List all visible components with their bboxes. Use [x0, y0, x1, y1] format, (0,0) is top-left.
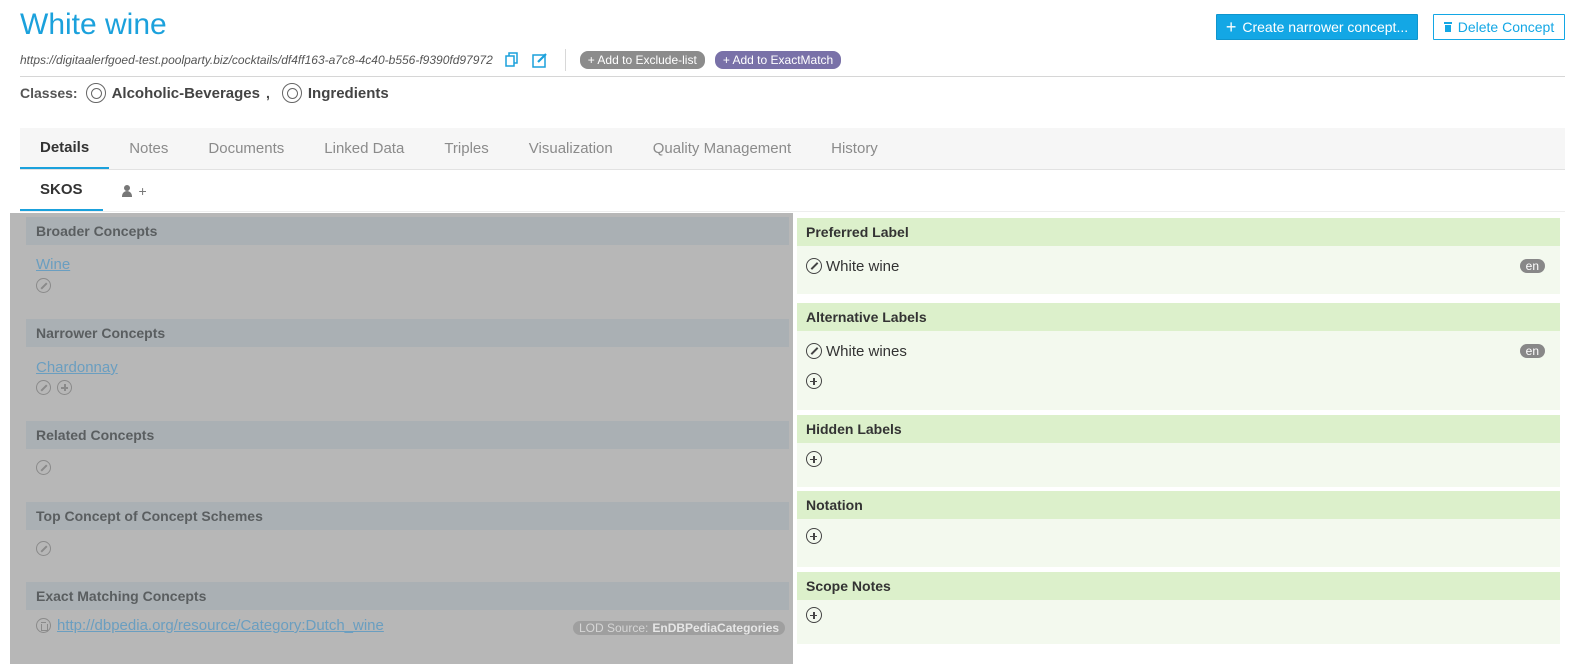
tab-triples[interactable]: Triples: [424, 128, 508, 169]
edit-icon[interactable]: [36, 380, 51, 395]
edit-icon[interactable]: [806, 343, 822, 359]
hidden-label-add-row: [797, 444, 1560, 474]
lod-source-label: LOD Source:: [579, 621, 649, 635]
language-badge: en: [1519, 259, 1545, 273]
relations-panel: Broader Concepts Wine Narrower Concepts …: [10, 213, 793, 664]
alternative-label-value: White wines: [826, 342, 907, 360]
classes-label: Classes:: [20, 85, 78, 101]
user-icon: [121, 184, 133, 197]
edit-uri-icon[interactable]: [531, 51, 549, 69]
narrower-concept-link[interactable]: Chardonnay: [36, 359, 118, 376]
edit-icon[interactable]: [36, 541, 51, 556]
alternative-label-row: White wines en: [797, 336, 1560, 366]
divider: [564, 49, 566, 71]
narrower-concepts-header: Narrower Concepts: [26, 319, 789, 347]
add-icon[interactable]: [806, 373, 822, 389]
notation-section: Notation: [797, 491, 1560, 567]
related-actions: [36, 460, 51, 475]
lod-source-badge: LOD Source: EnDBPediaCategories: [573, 621, 786, 635]
lod-source-value: EnDBPediaCategories: [652, 621, 780, 635]
top-concept-header: Top Concept of Concept Schemes: [26, 502, 789, 530]
subtab-add-label: +: [138, 182, 147, 199]
delete-concept-label: Delete Concept: [1457, 19, 1555, 35]
create-narrower-concept-label: Create narrower concept...: [1242, 19, 1409, 35]
class-ingredients[interactable]: Ingredients: [281, 83, 389, 103]
class-label: Alcoholic-Beverages: [111, 84, 260, 102]
notation-add-row: [797, 519, 1560, 549]
add-icon[interactable]: [806, 451, 822, 467]
sub-tabs: SKOS +: [20, 170, 1565, 212]
scope-notes-section: Scope Notes: [797, 572, 1560, 644]
top-concept-actions: [36, 541, 51, 556]
edit-icon[interactable]: [36, 278, 51, 293]
uri-row: https://digitaalerfgoed-test.poolparty.b…: [20, 49, 851, 71]
class-separator: ,: [265, 85, 270, 101]
exact-match-link[interactable]: http://dbpedia.org/resource/Category:Dut…: [57, 617, 384, 634]
page-title: White wine: [20, 8, 167, 41]
edit-icon[interactable]: [36, 460, 51, 475]
scope-notes-header: Scope Notes: [797, 572, 1560, 600]
tab-quality-management[interactable]: Quality Management: [633, 128, 811, 169]
class-label: Ingredients: [307, 84, 389, 102]
tab-details[interactable]: Details: [20, 128, 110, 169]
language-badge: en: [1519, 344, 1545, 358]
add-to-exclude-list-button[interactable]: + Add to Exclude-list: [579, 51, 705, 69]
class-icon: [281, 83, 302, 103]
add-icon[interactable]: [806, 607, 822, 623]
tab-documents[interactable]: Documents: [188, 128, 304, 169]
preferred-label-section: Preferred Label White wine en: [797, 218, 1560, 294]
narrower-actions: [36, 380, 72, 395]
class-icon: [85, 83, 106, 103]
copy-icon[interactable]: [503, 51, 521, 69]
create-narrower-concept-button[interactable]: + Create narrower concept...: [1216, 14, 1418, 40]
add-icon[interactable]: [806, 528, 822, 544]
broader-concepts-header: Broader Concepts: [26, 217, 789, 245]
alternative-label-add-row: [797, 366, 1560, 396]
tab-history[interactable]: History: [811, 128, 898, 169]
plus-icon: +: [1225, 17, 1237, 37]
tab-linked-data[interactable]: Linked Data: [304, 128, 424, 169]
exact-match-actions: [36, 618, 51, 633]
preferred-label-row: White wine en: [797, 251, 1560, 281]
trash-icon[interactable]: [36, 618, 51, 633]
class-alcoholic-beverages[interactable]: Alcoholic-Beverages: [85, 83, 260, 103]
classes-row: Classes: Alcoholic-Beverages , Ingredien…: [20, 82, 389, 104]
exact-matching-header: Exact Matching Concepts: [26, 582, 789, 610]
tab-visualization[interactable]: Visualization: [509, 128, 633, 169]
add-to-exactmatch-button[interactable]: + Add to ExactMatch: [714, 51, 842, 69]
edit-icon[interactable]: [806, 258, 822, 274]
hidden-labels-section: Hidden Labels: [797, 415, 1560, 487]
alternative-labels-header: Alternative Labels: [797, 303, 1560, 331]
broader-actions: [36, 278, 51, 293]
notation-header: Notation: [797, 491, 1560, 519]
broader-concept-link[interactable]: Wine: [36, 256, 70, 273]
header-divider: [20, 76, 1565, 77]
hidden-labels-header: Hidden Labels: [797, 415, 1560, 443]
scope-note-add-row: [797, 600, 1560, 630]
delete-concept-button[interactable]: Delete Concept: [1433, 14, 1565, 40]
subtab-add-user-scheme[interactable]: +: [103, 170, 165, 211]
concept-uri: https://digitaalerfgoed-test.poolparty.b…: [20, 53, 493, 67]
preferred-label-header: Preferred Label: [797, 218, 1560, 246]
alternative-labels-section: Alternative Labels White wines en: [797, 303, 1560, 410]
main-tabs: Details Notes Documents Linked Data Trip…: [20, 128, 1565, 170]
trash-icon: [1443, 22, 1452, 32]
add-icon[interactable]: [57, 380, 72, 395]
subtab-skos[interactable]: SKOS: [20, 170, 103, 211]
preferred-label-value: White wine: [826, 257, 900, 275]
tab-notes[interactable]: Notes: [109, 128, 188, 169]
related-concepts-header: Related Concepts: [26, 421, 789, 449]
